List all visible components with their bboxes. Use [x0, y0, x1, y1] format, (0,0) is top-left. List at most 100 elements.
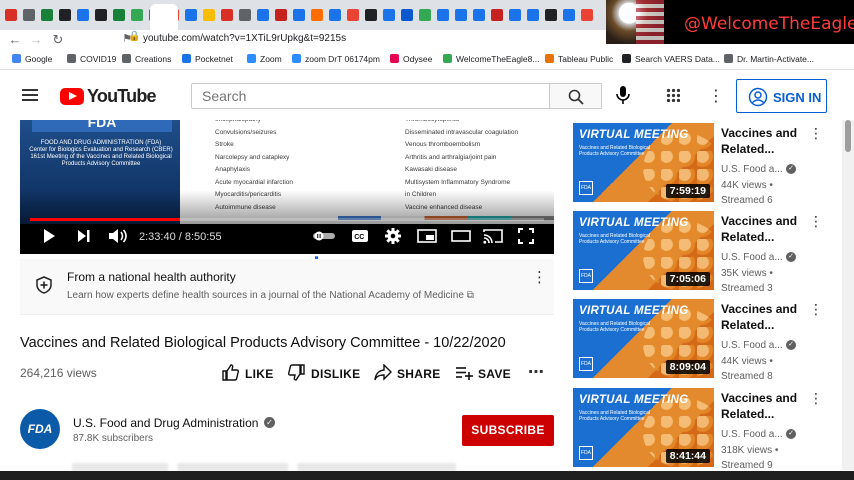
browser-tab-favicon[interactable] — [5, 9, 17, 21]
video-thumbnail[interactable]: VIRTUAL MEETING Vaccines and Related Biol… — [573, 123, 714, 202]
bookmark-item[interactable]: Pocketnet — [182, 54, 233, 64]
settings-more-icon[interactable]: ⋮ — [708, 86, 724, 106]
miniplayer-icon[interactable] — [417, 228, 437, 244]
settings-gear-icon[interactable] — [385, 228, 401, 244]
browser-tab-favicon[interactable] — [509, 9, 521, 21]
bookmark-item[interactable]: Creations — [122, 54, 171, 64]
autoplay-toggle-icon[interactable] — [313, 231, 335, 241]
browser-tab-favicon[interactable] — [347, 9, 359, 21]
related-video-channel[interactable]: U.S. Food a... — [721, 164, 783, 175]
related-video-title[interactable]: Vaccines and Related... — [721, 301, 807, 333]
bookmark-item[interactable]: Google — [12, 54, 52, 64]
browser-tab-favicon[interactable] — [185, 9, 197, 21]
browser-tab-favicon[interactable] — [437, 9, 449, 21]
browser-tab-favicon[interactable] — [581, 9, 593, 21]
related-video-title[interactable]: Vaccines and Related... — [721, 213, 807, 245]
play-icon[interactable] — [42, 228, 56, 244]
search-input[interactable] — [191, 83, 550, 109]
browser-tab-favicon[interactable] — [491, 9, 503, 21]
microphone-icon[interactable] — [615, 85, 631, 105]
youtube-logo-icon[interactable] — [60, 88, 84, 105]
url-field[interactable]: youtube.com/watch?v=1XTiL9rUpkg&t=9215s — [143, 33, 346, 44]
fullscreen-icon[interactable] — [518, 228, 534, 244]
bookmarks-bar: Google COVID19 Creations Pocketnet Zoom zoom … — [0, 48, 854, 70]
active-tab[interactable] — [150, 4, 178, 33]
bookmark-item[interactable]: COVID19 — [67, 54, 116, 64]
browser-tab-favicon[interactable] — [113, 9, 125, 21]
youtube-logo-text[interactable]: YouTube — [87, 86, 157, 107]
bookmark-item[interactable]: Tableau Public — [545, 54, 613, 64]
reload-icon[interactable]: ↻ — [51, 32, 65, 48]
subtitles-icon[interactable]: CC — [351, 228, 369, 244]
item-more-icon[interactable]: ⋮ — [809, 390, 823, 407]
video-thumbnail[interactable]: VIRTUAL MEETING Vaccines and Related Biol… — [573, 211, 714, 290]
theater-mode-icon[interactable] — [451, 228, 471, 244]
browser-tab-favicon[interactable] — [257, 9, 269, 21]
browser-tab-favicon[interactable] — [455, 9, 467, 21]
browser-tab-favicon[interactable] — [383, 9, 395, 21]
browser-tab-favicon[interactable] — [275, 9, 287, 21]
health-source-link[interactable]: Learn how experts define health sources … — [67, 290, 474, 301]
browser-tab-favicon[interactable] — [131, 9, 143, 21]
related-video-channel[interactable]: U.S. Food a... — [721, 429, 783, 440]
scrollbar-thumb[interactable] — [845, 120, 851, 152]
menu-icon[interactable] — [22, 89, 38, 101]
browser-tab-favicon[interactable] — [527, 9, 539, 21]
bookmark-item[interactable]: Odysee — [390, 54, 432, 64]
bookmark-item[interactable]: WelcomeTheEagle8... — [443, 54, 539, 64]
browser-tab-favicon[interactable] — [203, 9, 215, 21]
item-more-icon[interactable]: ⋮ — [809, 213, 823, 230]
related-video-item[interactable]: VIRTUAL MEETING Vaccines and Related Biol… — [573, 123, 841, 206]
related-video-item[interactable]: VIRTUAL MEETING Vaccines and Related Biol… — [573, 388, 841, 471]
browser-tab-favicon[interactable] — [311, 9, 323, 21]
browser-tab-favicon[interactable] — [41, 9, 53, 21]
browser-tab-favicon[interactable] — [77, 9, 89, 21]
next-icon[interactable] — [76, 228, 92, 244]
bookmark-item[interactable]: Search VAERS Data... — [622, 54, 720, 64]
health-source-panel[interactable]: From a national health authority Learn h… — [20, 259, 554, 315]
related-video-title[interactable]: Vaccines and Related... — [721, 125, 807, 157]
related-video-channel[interactable]: U.S. Food a... — [721, 252, 783, 263]
channel-avatar[interactable]: FDA — [20, 409, 60, 449]
item-more-icon[interactable]: ⋮ — [809, 125, 823, 142]
video-thumbnail[interactable]: VIRTUAL MEETING Vaccines and Related Biol… — [573, 388, 714, 467]
more-actions-icon[interactable]: ⋯ — [528, 362, 544, 382]
sign-in-button[interactable]: SIGN IN — [736, 79, 827, 113]
browser-tab-favicon[interactable] — [329, 9, 341, 21]
browser-tab-favicon[interactable] — [239, 9, 251, 21]
video-thumbnail[interactable]: VIRTUAL MEETING Vaccines and Related Biol… — [573, 299, 714, 378]
bookmark-item[interactable]: Dr. Martin-Activate... — [724, 54, 814, 64]
browser-tab-favicon[interactable] — [95, 9, 107, 21]
panel-more-icon[interactable]: ⋮ — [532, 268, 547, 286]
apps-grid-icon[interactable] — [666, 88, 680, 102]
browser-tab-favicon[interactable] — [419, 9, 431, 21]
subscribe-button[interactable]: SUBSCRIBE — [462, 415, 554, 446]
browser-tab-favicon[interactable] — [365, 9, 377, 21]
browser-tab-favicon[interactable] — [473, 9, 485, 21]
related-video-item[interactable]: VIRTUAL MEETING Vaccines and Related Biol… — [573, 211, 841, 294]
bookmark-item[interactable]: zoom DrT 06174pm — [292, 54, 380, 64]
browser-tab-favicon[interactable] — [23, 9, 35, 21]
bookmark-label: COVID19 — [80, 54, 117, 64]
search-button[interactable] — [549, 83, 602, 109]
bookmark-label: Odysee — [403, 54, 433, 64]
browser-tab-favicon[interactable] — [545, 9, 557, 21]
related-video-item[interactable]: VIRTUAL MEETING Vaccines and Related Biol… — [573, 299, 841, 382]
browser-tab-favicon[interactable] — [221, 9, 233, 21]
back-icon[interactable]: ← — [8, 32, 22, 47]
forward-icon[interactable]: → — [29, 32, 43, 47]
progress-bar[interactable] — [30, 218, 544, 221]
browser-tab-favicon[interactable] — [401, 9, 413, 21]
browser-tab-favicon[interactable] — [293, 9, 305, 21]
item-more-icon[interactable]: ⋮ — [809, 301, 823, 318]
channel-name[interactable]: U.S. Food and Drug Administration — [73, 416, 258, 430]
cast-icon[interactable] — [483, 228, 503, 244]
browser-tab-favicon[interactable] — [563, 9, 575, 21]
browser-tab-favicon[interactable] — [59, 9, 71, 21]
related-video-channel[interactable]: U.S. Food a... — [721, 340, 783, 351]
related-video-title[interactable]: Vaccines and Related... — [721, 390, 807, 422]
page-scrollbar[interactable] — [842, 120, 854, 470]
bookmark-item[interactable]: Zoom — [247, 54, 282, 64]
video-player[interactable]: FDA FOOD AND DRUG ADMINISTRATION (FDA) Ce… — [20, 120, 554, 254]
volume-icon[interactable] — [108, 228, 128, 244]
